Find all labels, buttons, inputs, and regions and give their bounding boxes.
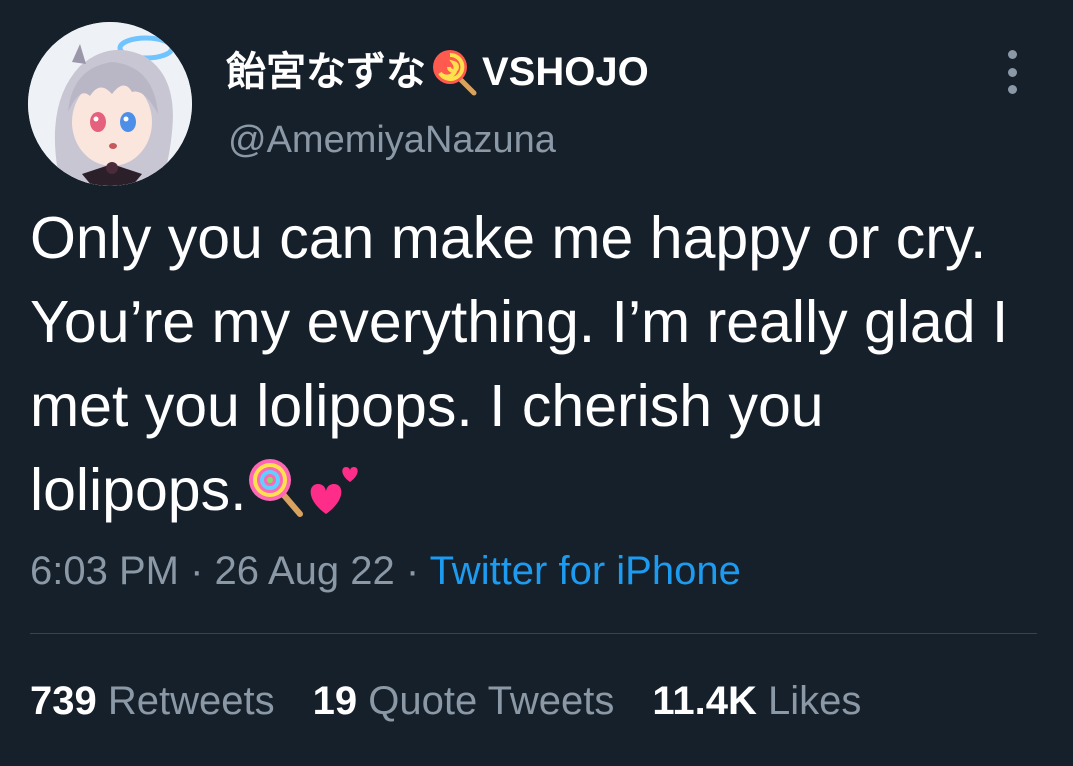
avatar-image: [28, 22, 192, 186]
more-dot: [1007, 85, 1017, 94]
likes-stat[interactable]: 11.4K Likes: [652, 675, 861, 727]
tweet-time[interactable]: 6:03 PM: [30, 549, 179, 593]
lollipop-icon: [430, 47, 480, 97]
more-dot: [1007, 67, 1017, 77]
lollipop-icon: [249, 459, 304, 517]
engagement-stats: 739 Retweets 19 Quote Tweets 11.4K Likes: [30, 675, 861, 727]
quotes-label: Quote Tweets: [368, 679, 615, 723]
display-name[interactable]: 飴宮なずな VSHOJO: [226, 46, 649, 98]
tweet-text-container: Only you can make me happy or cry. You’r…: [30, 196, 1040, 540]
retweets-label: Retweets: [107, 679, 275, 723]
quote-tweets-stat[interactable]: 19 Quote Tweets: [313, 675, 615, 727]
likes-count: 11.4K: [652, 679, 757, 723]
two-hearts-icon: [311, 467, 359, 514]
quotes-count: 19: [312, 679, 358, 723]
likes-label: Likes: [767, 679, 862, 723]
display-name-text: 飴宮なずな: [226, 50, 426, 94]
display-name-suffix: VSHOJO: [482, 50, 649, 94]
retweets-stat[interactable]: 739 Retweets: [30, 675, 275, 727]
more-options-button[interactable]: [992, 50, 1032, 94]
meta-separator: ·: [405, 549, 420, 593]
tweet-detail: 飴宮なずな VSHOJO @AmemiyaNazuna Only you can…: [0, 0, 1073, 766]
avatar[interactable]: [28, 22, 192, 186]
divider: [30, 633, 1037, 634]
retweets-count: 739: [30, 679, 97, 723]
more-vertical-icon: [1007, 50, 1017, 59]
tweet-emojis: [246, 456, 364, 540]
tweet-source-link[interactable]: Twitter for iPhone: [430, 549, 741, 593]
user-handle[interactable]: @AmemiyaNazuna: [228, 116, 556, 164]
tweet-text: Only you can make me happy or cry. You’r…: [30, 205, 1009, 523]
tweet-meta: 6:03 PM · 26 Aug 22 · Twitter for iPhone: [30, 545, 741, 597]
tweet-date[interactable]: 26 Aug 22: [215, 549, 395, 593]
meta-separator: ·: [190, 549, 204, 593]
